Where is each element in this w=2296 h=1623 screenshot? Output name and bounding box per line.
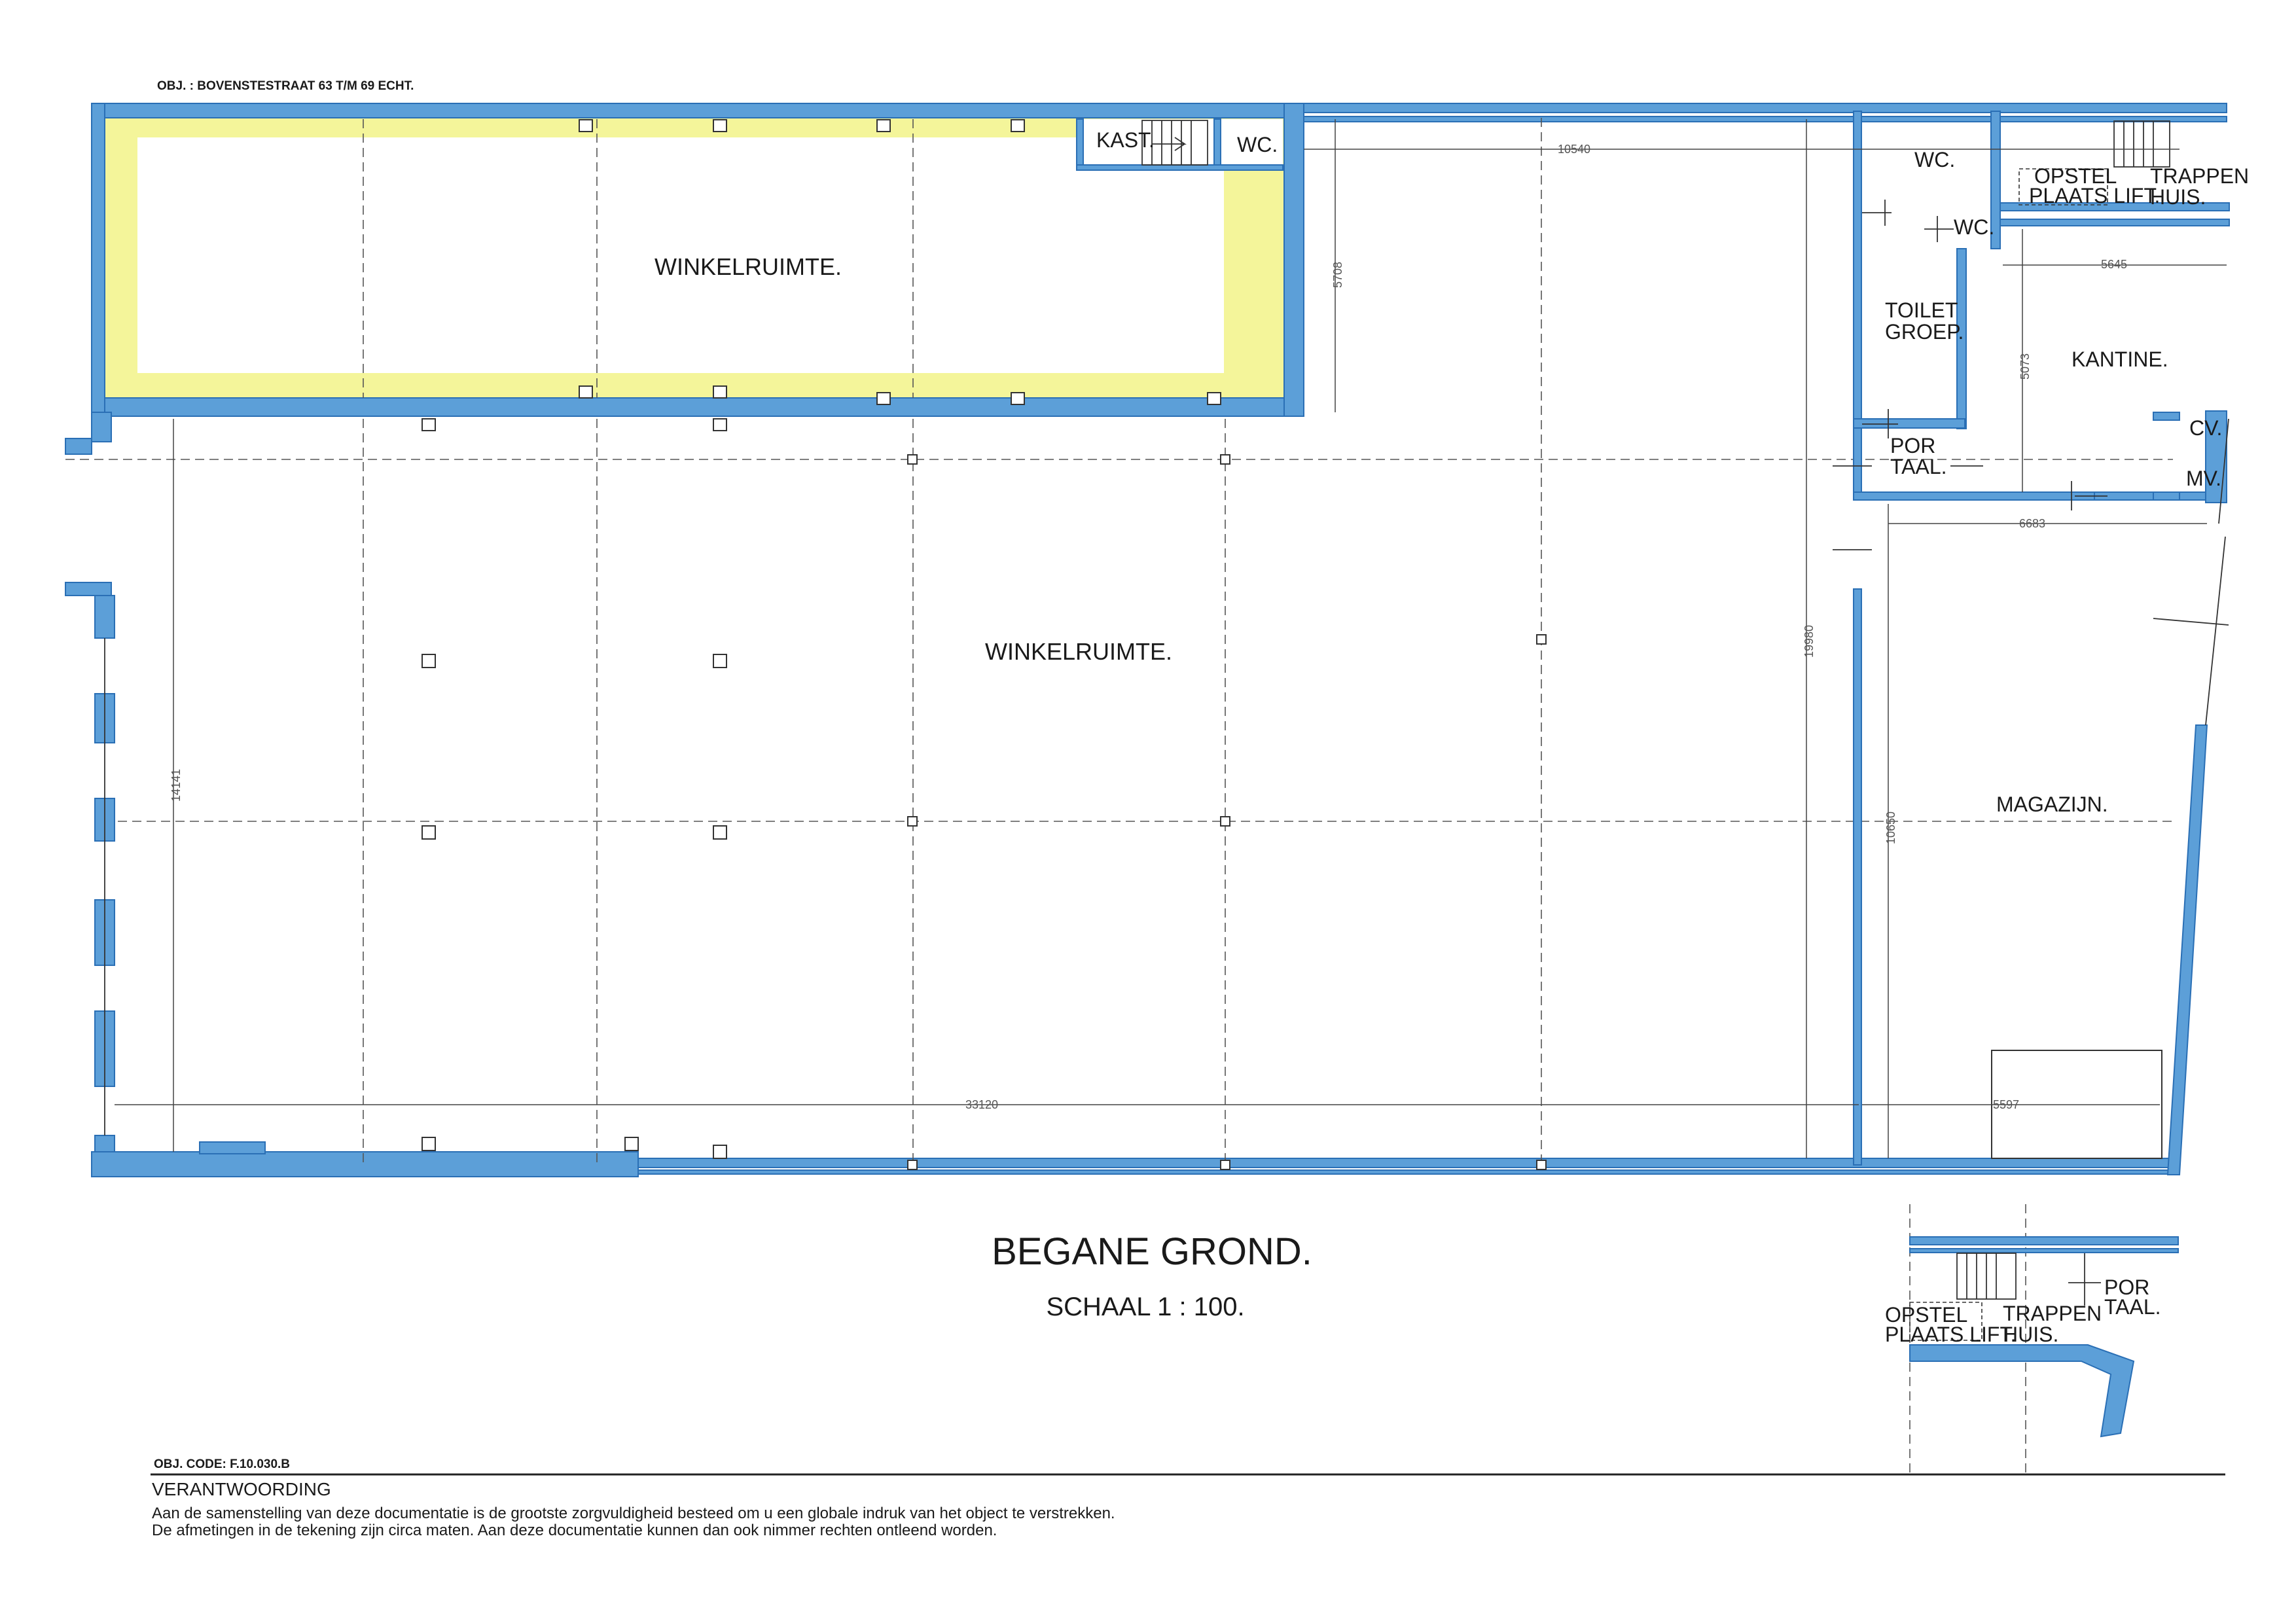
floor-plan: OBJ. : BOVENSTESTRAAT 63 T/M 69 ECHT. KA…: [65, 79, 2249, 1539]
object-label: OBJ. : BOVENSTESTRAAT 63 T/M 69 ECHT.: [157, 79, 414, 93]
magazijn-label: MAGAZIJN.: [1996, 793, 2108, 816]
upper-shop-room: KAST. WC. WINKELRUIMTE.: [91, 103, 1304, 431]
footer-line-2: De afmetingen in de tekening zijn circa …: [152, 1522, 997, 1539]
inset-opstel-2: PLAATS LIFT.: [1885, 1323, 2016, 1346]
right-wing-wall-upper: [1853, 111, 1862, 498]
kast-label: KAST.: [1096, 128, 1155, 152]
dim-10650: 10650: [1884, 812, 1897, 844]
bottom-wall-right: [637, 1158, 2174, 1168]
kast-wall: [1076, 118, 1084, 171]
bottom-wall-left: [91, 1151, 639, 1177]
dim-6683: 6683: [2019, 517, 2045, 530]
footer-heading: VERANTWOORDING: [152, 1479, 331, 1499]
radiator: [199, 1141, 266, 1154]
dim-5645: 5645: [2101, 258, 2127, 271]
object-code: OBJ. CODE: F.10.030.B: [154, 1457, 290, 1471]
dim-10540: 10540: [1558, 143, 1590, 156]
shop-upper-label: WINKELRUIMTE.: [655, 253, 842, 280]
inset-portaal-2: TAAL.: [2104, 1295, 2161, 1319]
footer-line-1: Aan de samenstelling van deze documentat…: [152, 1505, 1115, 1522]
right-wing: WC. WC. OPSTEL PLAATS LIFT. TRAPPEN HUIS…: [1833, 111, 2249, 1175]
inset-wall-top: [1909, 1236, 2179, 1245]
toilet-bottom-wall: [1853, 418, 1965, 429]
opstel-label-2: PLAATS LIFT.: [2029, 184, 2160, 207]
window-pier-1: [94, 595, 115, 639]
dim-33120: 33120: [965, 1098, 998, 1111]
trappen-label-1: TRAPPEN: [2150, 164, 2249, 188]
cv-wall-top: [2153, 412, 2180, 421]
upper-wall-left: [91, 103, 105, 417]
shop-main-label: WINKELRUIMTE.: [985, 638, 1172, 665]
wc-small-label: WC.: [1237, 133, 1278, 156]
dim-5073: 5073: [2018, 353, 2032, 380]
dim-14141: 14141: [170, 769, 183, 802]
portaal-label-1: POR: [1890, 434, 1935, 457]
east-diagonal-wall: [2166, 724, 2208, 1175]
inset-wall-top-inner: [1909, 1248, 2179, 1253]
wc-right-label: WC.: [1914, 148, 1955, 171]
mv-label: MV.: [2186, 467, 2221, 490]
inset-wall-bottom: [1909, 1344, 2135, 1438]
upper-wall-top: [91, 103, 1304, 118]
plan-scale: SCHAAL 1 : 100.: [1046, 1293, 1244, 1321]
toilet-label-2: GROEP.: [1885, 320, 1964, 344]
cv-label: CV.: [2189, 416, 2222, 440]
inset-trappen-2: HUIS.: [2003, 1323, 2058, 1346]
kantine-label: KANTINE.: [2072, 348, 2168, 371]
trappen-label-2: HUIS.: [2150, 185, 2206, 209]
dim-5597: 5597: [1993, 1098, 2019, 1111]
wc-wall: [1213, 118, 1221, 171]
inset-detail: OPSTEL PLAATS LIFT. TRAPPEN HUIS. POR TA…: [1885, 1204, 2179, 1472]
bottom-wall-right-inner: [637, 1169, 2174, 1175]
dim-19980: 19980: [1803, 625, 1816, 658]
left-wall-stub: [65, 438, 92, 455]
left-wall-stub2: [65, 582, 112, 596]
inset-trappen-1: TRAPPEN: [2003, 1302, 2102, 1325]
opstel-bottom-wall2: [2000, 219, 2230, 226]
left-wall-top: [91, 412, 112, 442]
right-wing-wall-lower: [1853, 588, 1862, 1166]
top-wall-right-inner: [1303, 116, 2227, 122]
mv-wall: [2153, 491, 2180, 501]
plan-title: BEGANE GROND.: [992, 1230, 1312, 1273]
dim-5708: 5708: [1331, 262, 1344, 288]
toilet-label-1: TOILET: [1885, 298, 1958, 322]
upper-wall-right: [1283, 103, 1304, 417]
portaal-label-2: TAAL.: [1890, 455, 1947, 478]
upper-wall-bottom: [91, 397, 1304, 417]
kast-wc-bottom-wall: [1076, 164, 1283, 171]
wc-right2-label: WC.: [1954, 215, 1994, 239]
right-stair: [2113, 120, 2170, 168]
top-wall-right: [1303, 103, 2227, 113]
